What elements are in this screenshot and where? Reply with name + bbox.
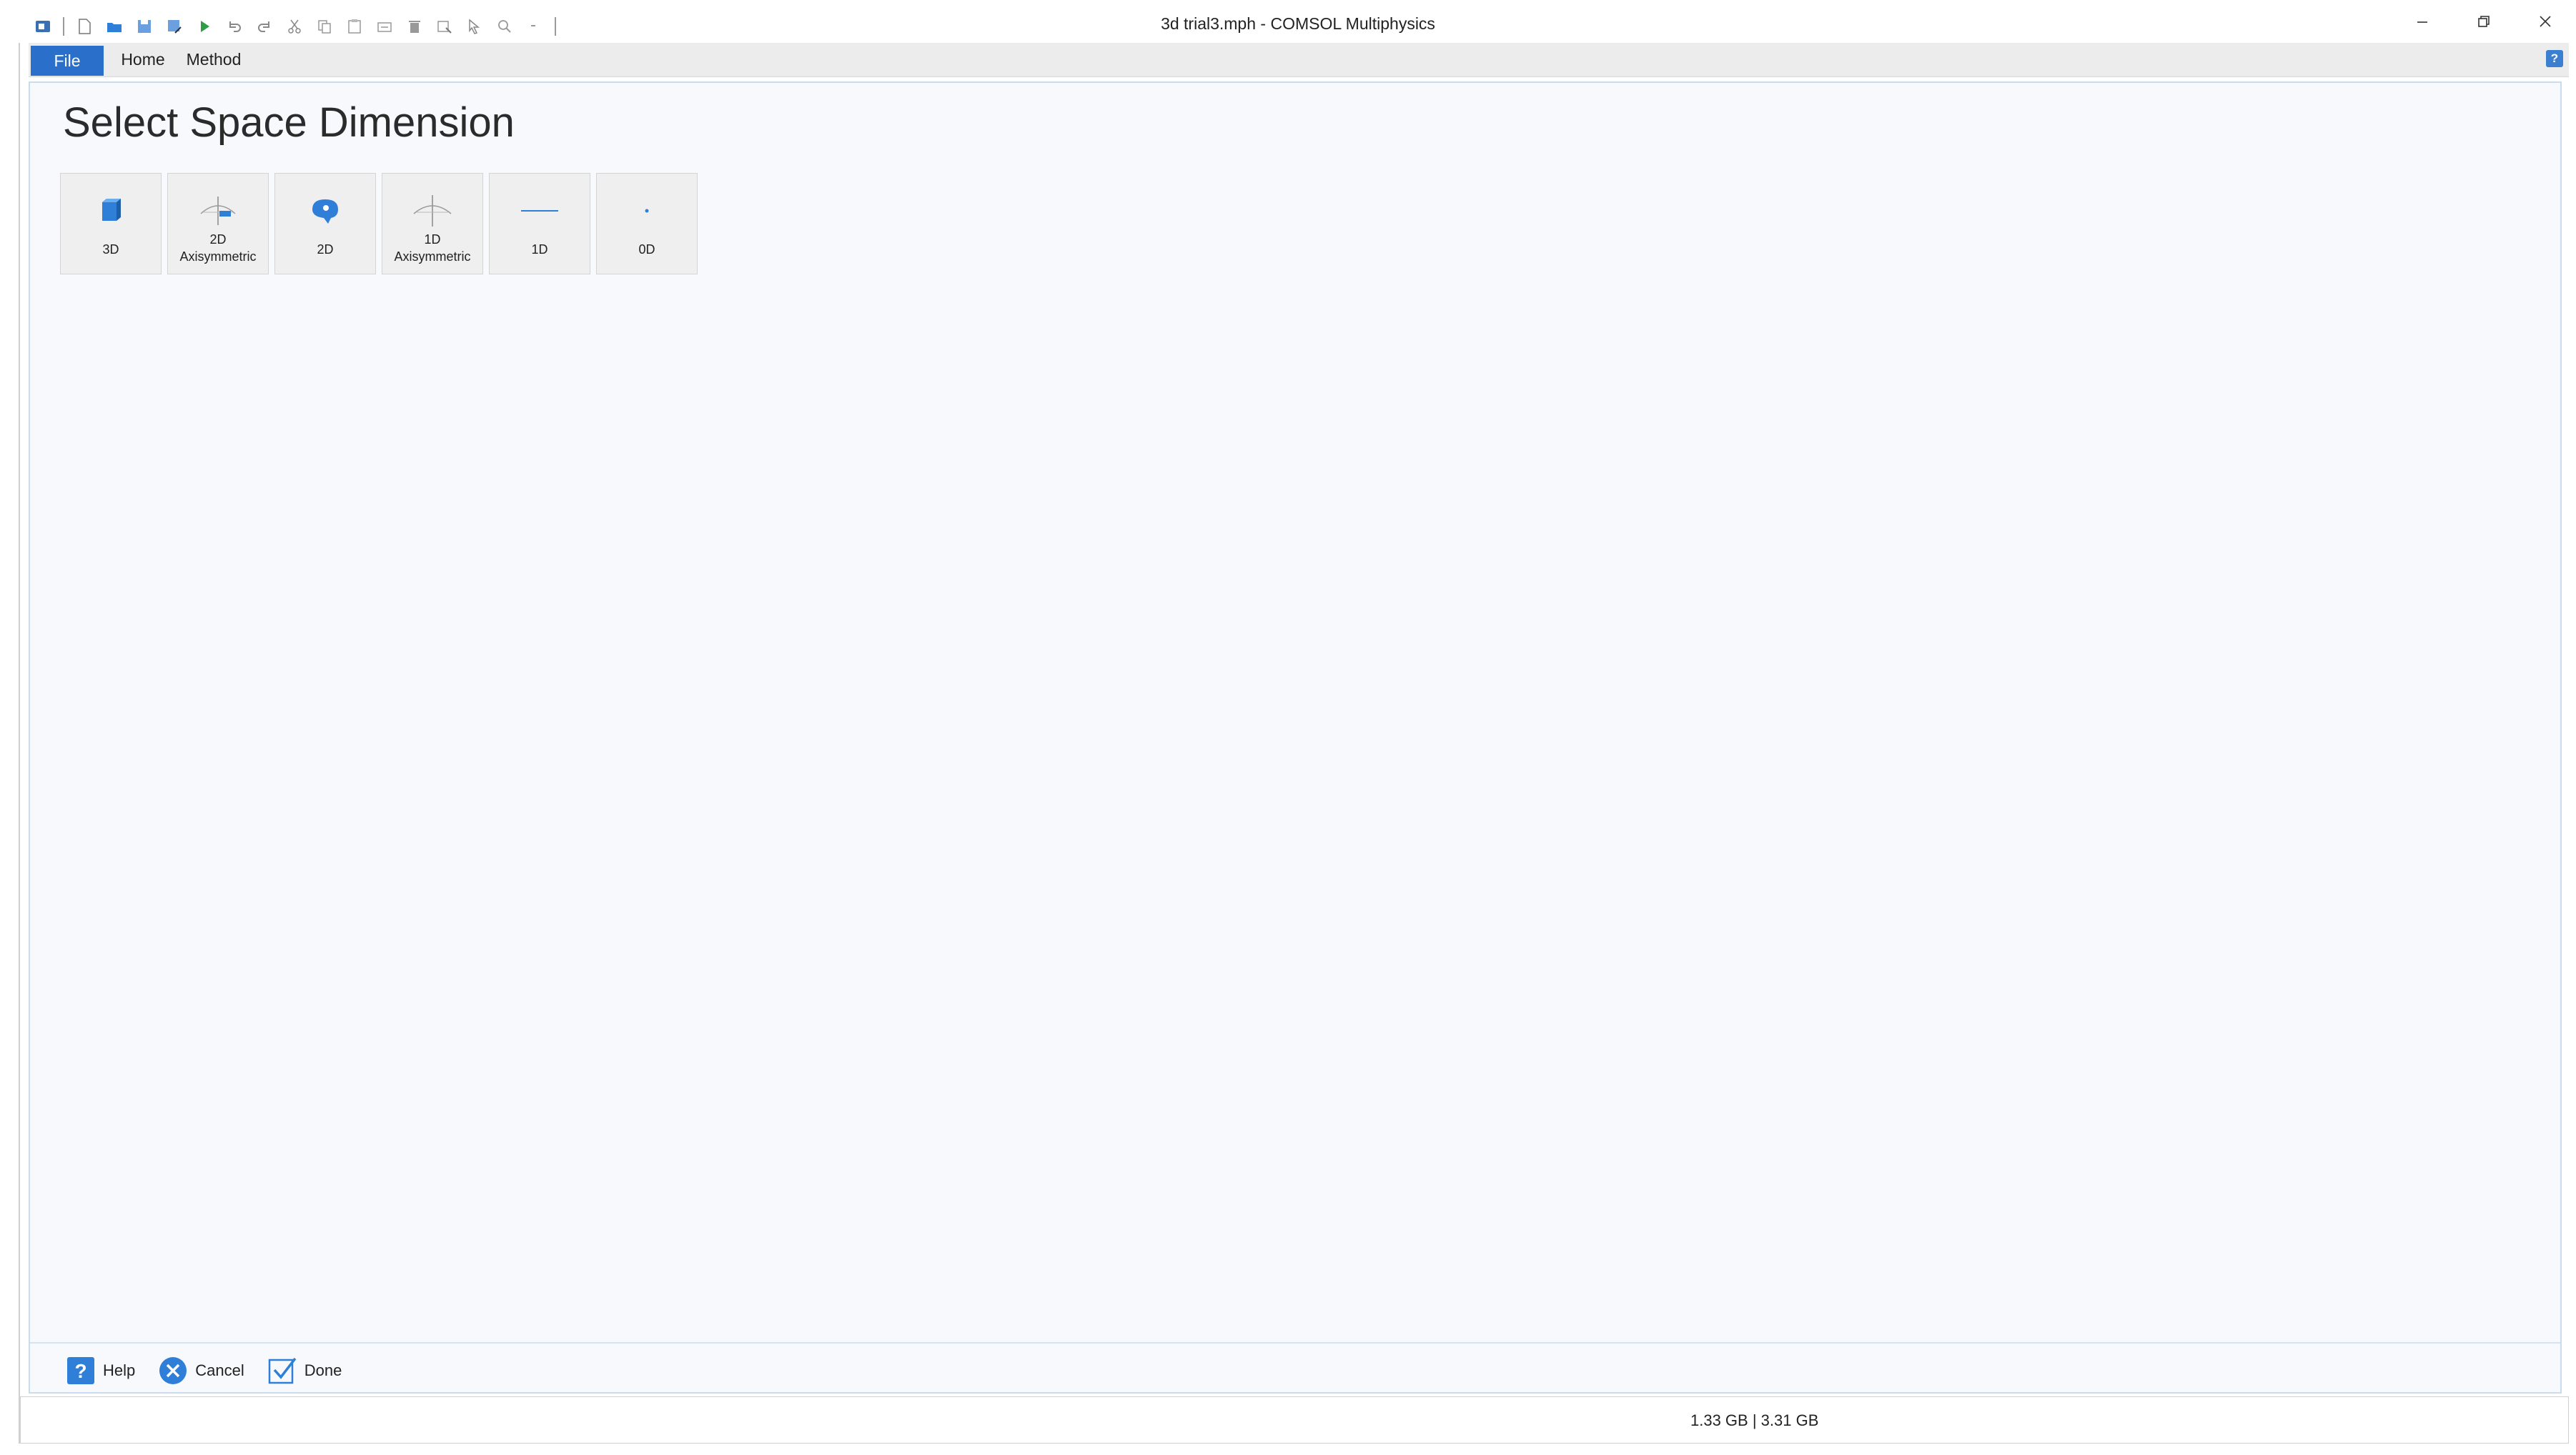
- dimension-label: 2D Axisymmetric: [168, 231, 268, 265]
- help-icon[interactable]: ?: [2546, 50, 2563, 67]
- dimension-options: 3D 2D Axisymmetric 2D 1D Axisymmetric 1D…: [60, 173, 698, 274]
- dimension-3d-button[interactable]: 3D: [60, 173, 162, 274]
- dimension-2d-button[interactable]: 2D: [274, 173, 376, 274]
- title-bar: 3d trial3.mph - COMSOL Multiphysics: [20, 0, 2576, 43]
- tab-file[interactable]: File: [31, 46, 104, 76]
- dimension-label: 3D: [102, 242, 119, 257]
- close-icon[interactable]: [2515, 0, 2576, 43]
- dimension-0d-button[interactable]: 0D: [596, 173, 698, 274]
- done-check-icon: [268, 1357, 297, 1384]
- dimension-label-line2: Axisymmetric: [394, 249, 471, 264]
- window-controls: [2392, 0, 2576, 43]
- memory-usage: 1.33 GB | 3.31 GB: [1690, 1411, 1819, 1429]
- point-icon: [597, 194, 697, 229]
- tab-method[interactable]: Method: [182, 43, 246, 76]
- cancel-x-icon: [159, 1357, 187, 1384]
- svg-text:?: ?: [74, 1360, 86, 1382]
- cancel-button[interactable]: Cancel: [158, 1356, 244, 1386]
- restore-icon[interactable]: [2453, 0, 2515, 43]
- 2d-shape-icon: [275, 194, 375, 229]
- dimension-label: 1D: [531, 242, 548, 257]
- help-label: Help: [103, 1361, 136, 1379]
- dimension-label-line1: 2D: [209, 232, 227, 247]
- space-dimension-panel: Select Space Dimension 3D 2D Axisymmetri…: [29, 81, 2562, 1394]
- dimension-2d-axisymmetric-button[interactable]: 2D Axisymmetric: [167, 173, 269, 274]
- 2d-axisymmetric-icon: [168, 194, 268, 229]
- window-title: 3d trial3.mph - COMSOL Multiphysics: [1161, 14, 1435, 33]
- action-bar: ? Help Cancel Done: [66, 1355, 342, 1386]
- cancel-label: Cancel: [195, 1361, 244, 1379]
- minimize-icon[interactable]: [2392, 0, 2453, 43]
- line-icon: [490, 194, 590, 229]
- cube-icon: [61, 194, 161, 229]
- ribbon-tabs: File Home Method ?: [29, 43, 2569, 77]
- 1d-axisymmetric-icon: [382, 194, 482, 229]
- dimension-label: 2D: [317, 242, 334, 257]
- window-left-border: [19, 43, 20, 1444]
- dimension-label: 1D Axisymmetric: [382, 231, 482, 265]
- dimension-1d-button[interactable]: 1D: [489, 173, 590, 274]
- dimension-label-line1: 1D: [424, 232, 441, 247]
- page-title: Select Space Dimension: [63, 99, 515, 146]
- done-label: Done: [304, 1361, 342, 1379]
- help-question-icon: ?: [67, 1357, 94, 1384]
- dimension-label: 0D: [638, 242, 655, 257]
- done-button[interactable]: Done: [267, 1356, 342, 1386]
- status-bar: 1.33 GB | 3.31 GB: [20, 1396, 2569, 1444]
- dimension-1d-axisymmetric-button[interactable]: 1D Axisymmetric: [382, 173, 483, 274]
- action-divider: [30, 1342, 2560, 1344]
- tab-home[interactable]: Home: [117, 43, 169, 76]
- help-button[interactable]: ? Help: [66, 1356, 135, 1386]
- dimension-label-line2: Axisymmetric: [179, 249, 257, 264]
